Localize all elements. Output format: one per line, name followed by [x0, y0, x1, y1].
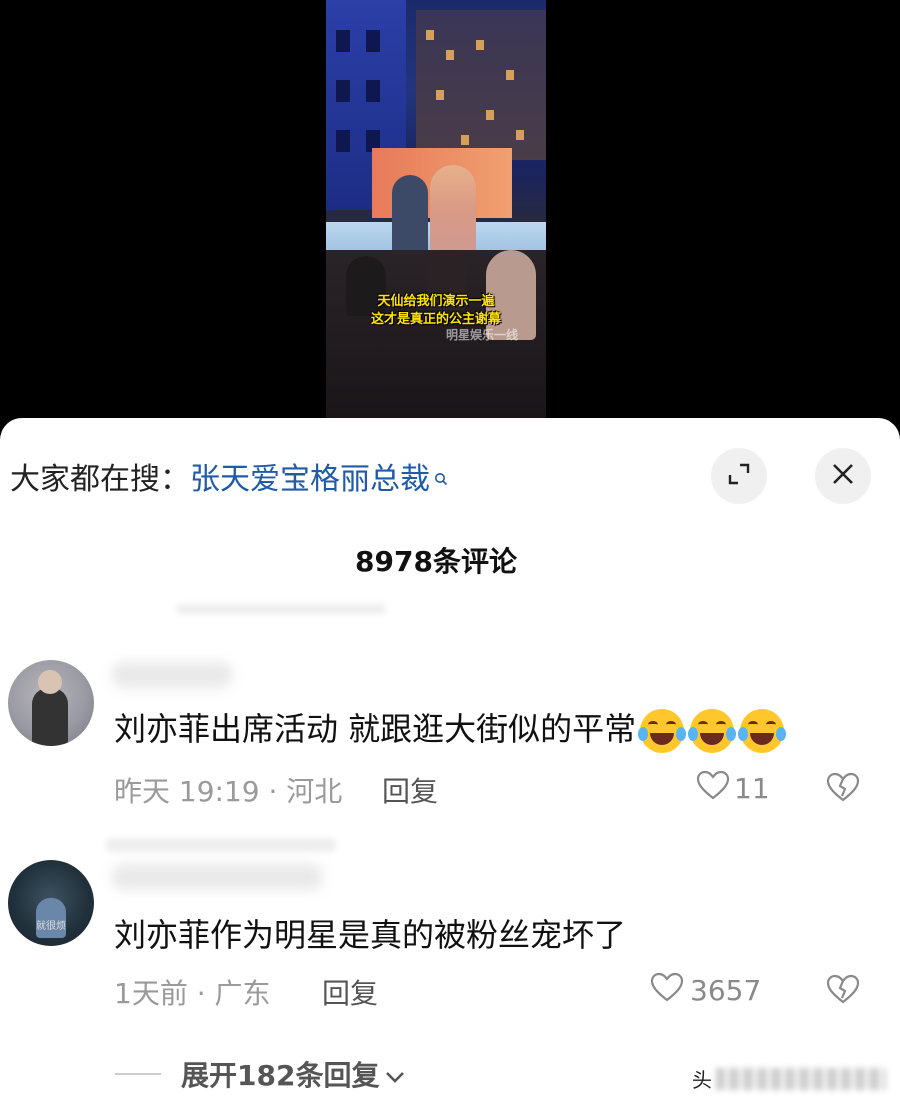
- trending-search-bar[interactable]: 大家都在搜： 张天爱宝格丽总裁: [10, 452, 448, 500]
- divider-line: [115, 1073, 161, 1075]
- avatar[interactable]: 就很烦: [8, 860, 94, 946]
- heart-icon: [696, 770, 730, 807]
- chevron-down-icon: [385, 1058, 405, 1091]
- close-button[interactable]: [815, 448, 871, 504]
- expand-icon: [726, 461, 752, 491]
- comment-meta: 1天前 · 广东: [114, 977, 271, 1010]
- like-count: 3657: [690, 974, 762, 1007]
- laughing-crying-emoji-icon: [738, 709, 787, 753]
- expand-replies-button[interactable]: 展开182条回复: [115, 1054, 405, 1094]
- laughing-crying-emoji-icon: [638, 709, 687, 753]
- like-button[interactable]: 11: [696, 770, 770, 807]
- like-count: 11: [734, 772, 770, 805]
- close-icon: [830, 461, 856, 491]
- source-name-blurred: [716, 1067, 886, 1090]
- comments-count-title: 8978条评论: [355, 545, 517, 578]
- avatar[interactable]: [8, 660, 94, 746]
- blurred-text: [106, 838, 336, 852]
- broken-heart-icon: [826, 974, 860, 1008]
- video-caption-line-1: 天仙给我们演示一遍: [377, 294, 495, 309]
- building-right: [416, 10, 546, 160]
- dislike-button[interactable]: [826, 772, 860, 806]
- comment-body: 刘亦菲出席活动 就跟逛大街似的平常: [114, 710, 637, 748]
- blurred-text: [176, 604, 386, 614]
- source-prefix: 头: [692, 1068, 712, 1092]
- comment-meta: 昨天 19:19 · 河北: [114, 775, 343, 808]
- trending-search-prefix: 大家都在搜：: [10, 462, 190, 497]
- comment-text: 刘亦菲出席活动 就跟逛大街似的平常: [114, 704, 787, 753]
- video-player-area[interactable]: 天仙给我们演示一遍 这才是真正的公主谢幕 明星娱乐一线: [0, 0, 900, 430]
- trending-search-term[interactable]: 张天爱宝格丽总裁: [190, 454, 430, 498]
- username-blurred[interactable]: [112, 662, 232, 688]
- reply-button[interactable]: 回复: [382, 770, 438, 810]
- heart-icon: [650, 972, 684, 1009]
- video-frame[interactable]: 天仙给我们演示一遍 这才是真正的公主谢幕 明星娱乐一线: [326, 0, 546, 418]
- emoji-group: [638, 709, 787, 753]
- username-blurred[interactable]: [112, 864, 322, 890]
- reply-button[interactable]: 回复: [322, 972, 378, 1012]
- comment-text: 刘亦菲作为明星是真的被粉丝宠坏了: [114, 916, 627, 954]
- expand-replies-label: 展开182条回复: [181, 1059, 380, 1092]
- dislike-button[interactable]: [826, 974, 860, 1008]
- search-icon[interactable]: [434, 459, 448, 486]
- laughing-crying-emoji-icon: [688, 709, 737, 753]
- like-button[interactable]: 3657: [650, 972, 761, 1009]
- video-caption-line-2: 这才是真正的公主谢幕: [370, 312, 501, 327]
- expand-button[interactable]: [711, 448, 767, 504]
- video-watermark: 明星娱乐一线: [446, 328, 519, 342]
- source-watermark: 头: [692, 1064, 886, 1093]
- broken-heart-icon: [826, 772, 860, 806]
- avatar-tag: 就很烦: [36, 921, 66, 932]
